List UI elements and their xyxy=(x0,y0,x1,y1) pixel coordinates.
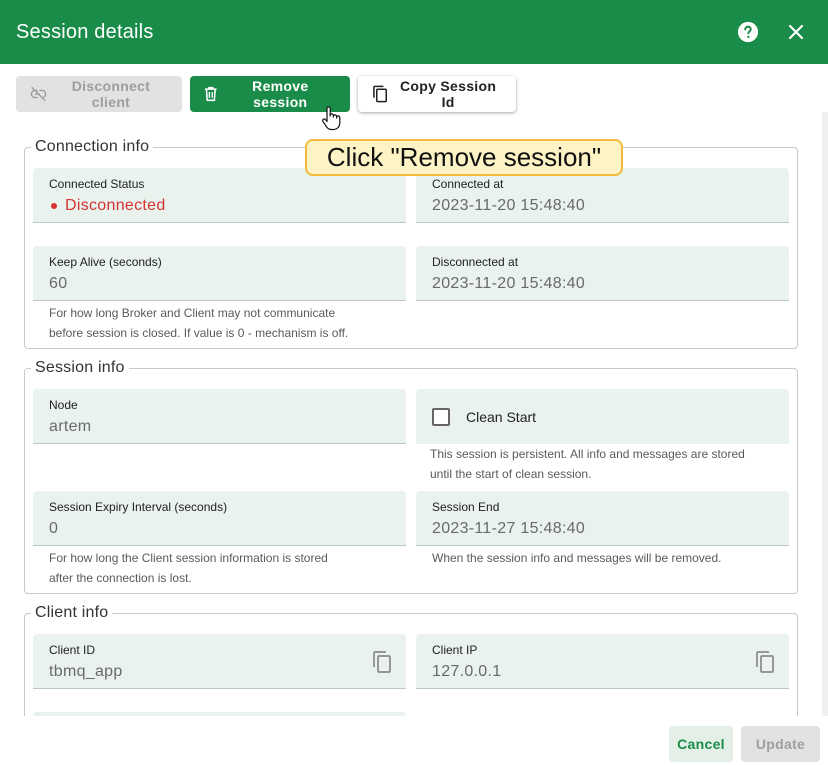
hand-cursor-icon xyxy=(322,106,341,131)
link-off-icon xyxy=(30,86,47,102)
node-label: Node xyxy=(49,398,78,412)
connected-at-field: Connected at 2023-11-20 15:48:40 xyxy=(416,168,789,223)
session-expiry-hint: For how long the Client session informat… xyxy=(49,548,328,588)
client-info-legend: Client info xyxy=(35,604,109,621)
clean-start-hint: This session is persistent. All info and… xyxy=(430,444,745,484)
content-scrollbar[interactable] xyxy=(822,112,828,716)
copy-client-ip-button[interactable] xyxy=(755,651,775,678)
instruction-tooltip: Click "Remove session" xyxy=(305,139,623,176)
copy-client-id-button[interactable] xyxy=(372,651,392,678)
clean-start-hint-line-1: This session is persistent. All info and… xyxy=(430,447,745,461)
connected-at-label: Connected at xyxy=(432,177,504,191)
keep-alive-hint: For how long Broker and Client may not c… xyxy=(49,303,348,343)
dialog-title: Session details xyxy=(16,20,154,43)
clean-start-checkbox[interactable] xyxy=(432,407,450,426)
copy-icon xyxy=(756,651,774,673)
disconnect-client-label: Disconnect client xyxy=(71,78,151,110)
help-circle-icon xyxy=(737,21,759,43)
node-value: artem xyxy=(49,418,92,435)
keep-alive-field: Keep Alive (seconds) 60 xyxy=(33,246,406,301)
disconnected-at-label: Disconnected at xyxy=(432,255,519,269)
client-ip-value: 127.0.0.1 xyxy=(432,663,502,680)
copy-session-id-button[interactable]: Copy Session Id xyxy=(358,76,516,112)
disconnect-client-button[interactable]: Disconnect client xyxy=(16,76,182,112)
close-icon xyxy=(788,24,804,40)
connection-info-legend: Connection info xyxy=(35,138,150,155)
copy-icon xyxy=(373,651,391,673)
session-toolbar: Disconnect client Remove session Copy Se… xyxy=(16,76,516,112)
session-info-legend: Session info xyxy=(35,359,125,376)
keep-alive-hint-line-1: For how long Broker and Client may not c… xyxy=(49,306,336,320)
session-expiry-hint-line-2: after the connection is lost. xyxy=(49,571,192,585)
session-details-dialog: Session details Disconnect client Remove… xyxy=(0,0,828,765)
copy-icon xyxy=(373,85,388,103)
session-expiry-field: Session Expiry Interval (seconds) 0 xyxy=(33,491,406,546)
connected-status-value: Disconnected xyxy=(65,197,166,214)
status-dot-icon xyxy=(51,203,57,209)
copy-session-id-label: Copy Session Id xyxy=(400,78,497,110)
connected-at-value: 2023-11-20 15:48:40 xyxy=(432,197,586,214)
connected-status-field: Connected Status Disconnected xyxy=(33,168,406,223)
trash-icon xyxy=(204,86,217,102)
clean-start-label: Clean Start xyxy=(466,408,537,425)
connected-status-value-row: Disconnected xyxy=(49,197,390,215)
cancel-button[interactable]: Cancel xyxy=(669,726,733,762)
keep-alive-value: 60 xyxy=(49,275,68,292)
dialog-footer: Cancel Update xyxy=(0,716,828,765)
session-end-hint: When the session info and messages will … xyxy=(432,551,722,565)
client-id-field: Client ID tbmq_app xyxy=(33,634,406,689)
client-id-label: Client ID xyxy=(49,643,96,657)
update-button[interactable]: Update xyxy=(741,726,820,762)
client-ip-label: Client IP xyxy=(432,643,478,657)
session-expiry-hint-line-1: For how long the Client session informat… xyxy=(49,551,328,565)
disconnected-at-field: Disconnected at 2023-11-20 15:48:40 xyxy=(416,246,789,301)
clean-start-field[interactable]: Clean Start xyxy=(416,389,789,444)
keep-alive-hint-line-2: before session is closed. If value is 0 … xyxy=(49,326,349,340)
session-end-field: Session End 2023-11-27 15:48:40 xyxy=(416,491,789,546)
disconnected-at-value: 2023-11-20 15:48:40 xyxy=(432,275,586,292)
close-button[interactable] xyxy=(782,18,810,46)
session-end-label: Session End xyxy=(432,500,500,514)
session-expiry-value: 0 xyxy=(49,520,59,537)
node-field: Node artem xyxy=(33,389,406,444)
clean-start-hint-line-2: until the start of clean session. xyxy=(430,467,592,481)
connected-status-label: Connected Status xyxy=(49,177,145,191)
client-ip-field: Client IP 127.0.0.1 xyxy=(416,634,789,689)
session-end-value: 2023-11-27 15:48:40 xyxy=(432,520,586,537)
session-expiry-label: Session Expiry Interval (seconds) xyxy=(49,500,228,514)
help-button[interactable] xyxy=(734,18,762,46)
dialog-header: Session details xyxy=(0,0,828,64)
keep-alive-label: Keep Alive (seconds) xyxy=(49,255,162,269)
client-id-value: tbmq_app xyxy=(49,663,123,680)
dialog-content[interactable]: Connection info Connected Status Disconn… xyxy=(0,112,828,716)
